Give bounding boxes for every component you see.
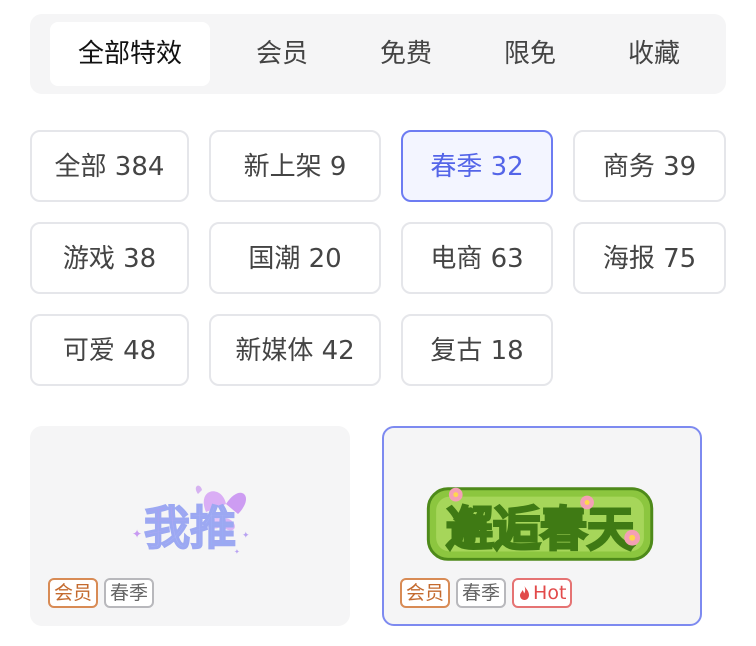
effect-card[interactable]: 我推 ✦ ✦ ✦ 会员 春季 bbox=[30, 426, 350, 626]
vip-badge: 会员 bbox=[48, 578, 99, 608]
hot-badge: Hot bbox=[512, 578, 573, 608]
tab-favorites[interactable]: 收藏 bbox=[592, 22, 716, 86]
category-chip-new-media[interactable]: 新媒体 42 bbox=[209, 314, 381, 386]
flame-icon bbox=[520, 586, 530, 600]
category-chip-ecommerce[interactable]: 电商 63 bbox=[401, 222, 553, 294]
hot-badge-label: Hot bbox=[533, 582, 567, 604]
season-badge: 春季 bbox=[456, 578, 507, 608]
category-chip-spring[interactable]: 春季 32 bbox=[401, 130, 553, 202]
card-tag-row: 会员 春季 bbox=[48, 578, 155, 608]
svg-text:邂逅春天: 邂逅春天 bbox=[446, 503, 634, 558]
category-chip-business[interactable]: 商务 39 bbox=[573, 130, 726, 202]
vip-badge: 会员 bbox=[400, 578, 451, 608]
category-chip-new[interactable]: 新上架 9 bbox=[209, 130, 381, 202]
svg-text:我推: 我推 bbox=[144, 501, 236, 555]
tab-vip[interactable]: 会员 bbox=[220, 22, 344, 86]
category-chip-cute[interactable]: 可爱 48 bbox=[30, 314, 189, 386]
tab-all-effects[interactable]: 全部特效 bbox=[50, 22, 210, 86]
svg-text:✦: ✦ bbox=[242, 531, 250, 541]
category-chip-all[interactable]: 全部 384 bbox=[30, 130, 189, 202]
svg-text:✦: ✦ bbox=[234, 548, 240, 556]
category-chip-poster[interactable]: 海报 75 bbox=[573, 222, 726, 294]
svg-text:✦: ✦ bbox=[132, 527, 142, 541]
category-chip-guochao[interactable]: 国潮 20 bbox=[209, 222, 381, 294]
tab-free[interactable]: 免费 bbox=[344, 22, 468, 86]
tab-limited-free[interactable]: 限免 bbox=[468, 22, 592, 86]
card-tag-row: 会员 春季 Hot bbox=[400, 578, 573, 608]
category-chip-retro[interactable]: 复古 18 bbox=[401, 314, 553, 386]
category-chip-game[interactable]: 游戏 38 bbox=[30, 222, 189, 294]
effect-tab-bar: 全部特效 会员 免费 限免 收藏 bbox=[30, 14, 726, 94]
season-badge: 春季 bbox=[104, 578, 155, 608]
effect-card-selected[interactable]: 邂逅春天 会员 春季 Hot bbox=[382, 426, 702, 626]
